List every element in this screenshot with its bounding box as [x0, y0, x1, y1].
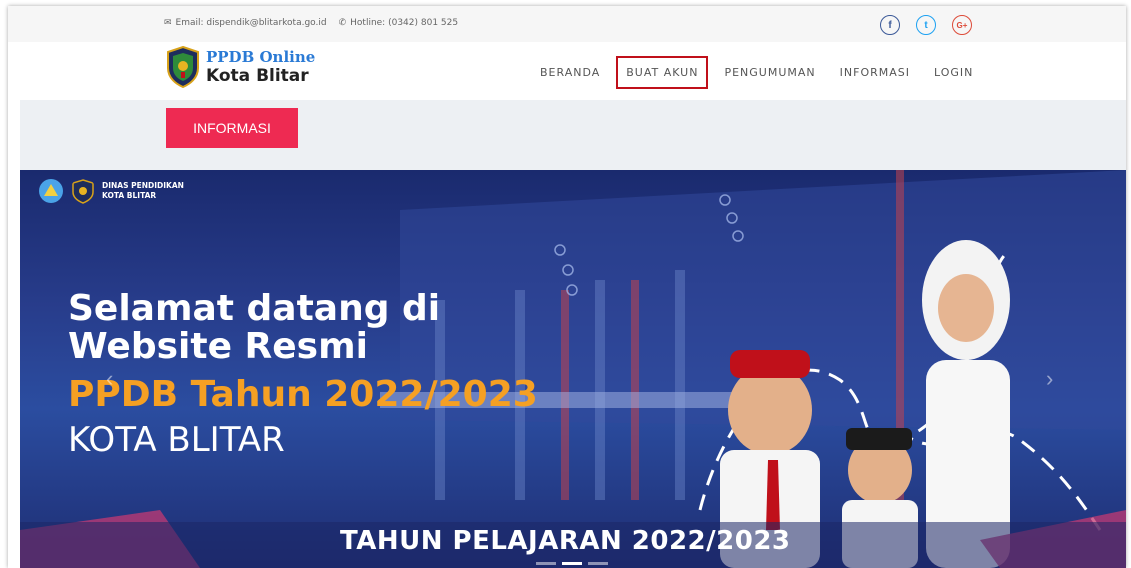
email-item: ✉ Email: dispendik@blitarkota.go.id: [164, 18, 327, 28]
main-nav: PPDB Online Kota Blitar BERANDA BUAT AKU…: [8, 42, 1126, 100]
nav-login[interactable]: LOGIN: [922, 56, 985, 89]
kota-blitar-emblem-small-icon: [72, 179, 94, 204]
nav-informasi[interactable]: INFORMASI: [828, 56, 922, 89]
browser-frame: ✉ Email: dispendik@blitarkota.go.id ✆ Ho…: [8, 6, 1126, 568]
page: ✉ Email: dispendik@blitarkota.go.id ✆ Ho…: [0, 0, 1131, 568]
carousel-dot-3[interactable]: [588, 562, 608, 565]
welcome-heading: Selamat datang di Website Resmi: [68, 290, 440, 366]
info-strip: INFORMASI: [20, 100, 1126, 170]
informasi-button[interactable]: INFORMASI: [166, 108, 298, 148]
city-heading: KOTA BLITAR: [68, 420, 285, 460]
social-links: f t G+: [880, 15, 972, 35]
googleplus-icon[interactable]: G+: [952, 15, 972, 35]
facebook-icon[interactable]: f: [880, 15, 900, 35]
carousel-indicators: [536, 562, 608, 565]
email-text: Email: dispendik@blitarkota.go.id: [175, 18, 327, 28]
chevron-left-icon[interactable]: ‹: [106, 366, 113, 392]
brand-line2: Kota Blitar: [206, 66, 309, 86]
carousel-dot-1[interactable]: [536, 562, 556, 565]
welcome-line1: Selamat datang di: [68, 288, 441, 329]
nav-buat-akun[interactable]: BUAT AKUN: [616, 56, 709, 89]
top-bar: ✉ Email: dispendik@blitarkota.go.id ✆ Ho…: [8, 6, 1126, 42]
twitter-icon[interactable]: t: [916, 15, 936, 35]
banner-background-art: [20, 170, 1126, 568]
envelope-icon: ✉: [164, 18, 172, 28]
brand-text: PPDB Online Kota Blitar: [206, 48, 315, 86]
tut-wuri-handayani-icon: [39, 179, 63, 203]
org-line1: DINAS PENDIDIKAN: [102, 181, 184, 190]
nav-pengumuman[interactable]: PENGUMUMAN: [712, 56, 827, 89]
hero-banner: DINAS PENDIDIKAN KOTA BLITAR Selamat dat…: [20, 170, 1126, 568]
nav-beranda[interactable]: BERANDA: [528, 56, 612, 89]
org-line2: KOTA BLITAR: [102, 191, 157, 200]
brand-line1: PPDB Online: [206, 48, 316, 66]
hotline-item: ✆ Hotline: (0342) 801 525: [339, 18, 459, 28]
welcome-line2: Website Resmi: [68, 326, 368, 367]
kota-blitar-emblem-icon: [167, 46, 199, 88]
contact-info: ✉ Email: dispendik@blitarkota.go.id ✆ Ho…: [164, 18, 458, 28]
dinas-header: DINAS PENDIDIKAN KOTA BLITAR: [38, 178, 184, 204]
hotline-text: Hotline: (0342) 801 525: [350, 18, 459, 28]
nav-menu: BERANDA BUAT AKUN PENGUMUMAN INFORMASI L…: [528, 56, 985, 89]
carousel-dot-2[interactable]: [562, 562, 582, 565]
ppdb-headline: PPDB Tahun 2022/2023: [68, 374, 538, 415]
school-year-caption: TAHUN PELAJARAN 2022/2023: [340, 526, 791, 556]
dinas-text: DINAS PENDIDIKAN KOTA BLITAR: [102, 181, 184, 201]
phone-icon: ✆: [338, 18, 347, 28]
site-logo[interactable]: PPDB Online Kota Blitar: [166, 46, 315, 88]
chevron-right-icon[interactable]: ›: [1046, 366, 1053, 392]
